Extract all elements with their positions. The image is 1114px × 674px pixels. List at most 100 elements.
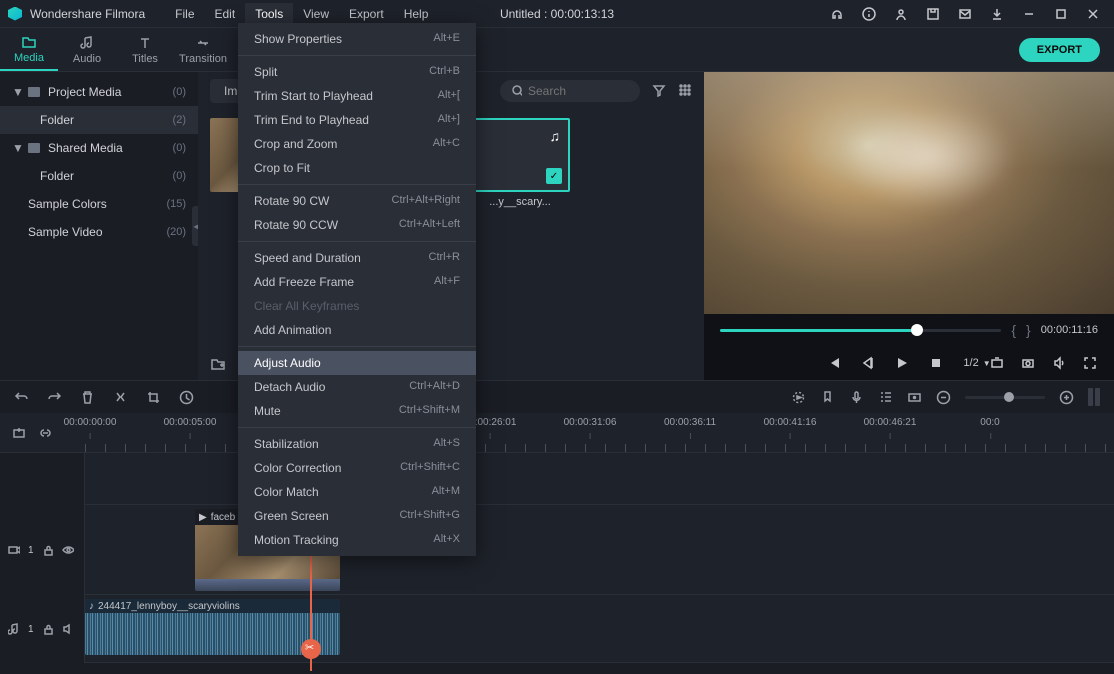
undo-icon[interactable] [14,390,29,405]
sidebar-item[interactable]: Sample Video(20) [0,218,198,246]
menu-edit[interactable]: Edit [205,3,246,25]
export-button[interactable]: EXPORT [1019,38,1100,62]
eye-icon[interactable] [62,544,74,556]
mail-icon[interactable] [958,7,972,21]
menu-item[interactable]: MuteCtrl+Shift+M [238,399,476,423]
menu-item[interactable]: Color CorrectionCtrl+Shift+C [238,456,476,480]
menu-item[interactable]: Crop to Fit [238,156,476,180]
add-track-icon[interactable] [12,426,26,440]
thumb-label: ...y__scary... [470,196,570,208]
redo-icon[interactable] [47,390,62,405]
menu-item[interactable]: Color MatchAlt+M [238,480,476,504]
menu-item[interactable]: Motion TrackingAlt+X [238,528,476,552]
crop-icon[interactable] [146,390,161,405]
menu-shortcut: Alt+] [438,113,460,127]
minimize-icon[interactable] [1022,7,1036,21]
speed-icon[interactable] [179,390,194,405]
filter-icon[interactable] [652,83,666,100]
sidebar-count: (0) [173,170,186,182]
tab-transition[interactable]: Transition [174,28,232,71]
menu-view[interactable]: View [293,3,339,25]
delete-icon[interactable] [80,390,95,405]
menu-item[interactable]: Crop and ZoomAlt+C [238,132,476,156]
menu-item[interactable]: Add Animation [238,318,476,342]
headset-icon[interactable] [830,7,844,21]
play-icon[interactable] [895,356,909,370]
zoom-slider[interactable] [965,396,1045,399]
zoom-in-icon[interactable] [1059,390,1074,405]
scrub-track[interactable] [720,329,1001,332]
menu-export[interactable]: Export [339,3,394,25]
timeline-ruler[interactable]: 00:00:00:0000:00:05:0000:00:20:2000:00:2… [0,413,1114,453]
stop-icon[interactable] [929,356,943,370]
tab-media[interactable]: Media [0,28,58,71]
menu-tools[interactable]: Tools [245,3,293,25]
timeline: 00:00:00:0000:00:05:0000:00:20:2000:00:2… [0,380,1114,674]
audio-clip[interactable]: ♪244417_lennyboy__scaryviolins [85,599,340,655]
track-body[interactable]: ♪244417_lennyboy__scaryviolins [85,595,1114,663]
menu-item[interactable]: Detach AudioCtrl+Alt+D [238,375,476,399]
mark-out-icon[interactable]: } [1026,322,1031,338]
menu-item[interactable]: Adjust Audio [238,351,476,375]
fullscreen-icon[interactable] [1083,356,1098,371]
prev-icon[interactable] [827,356,841,370]
close-icon[interactable] [1086,7,1100,21]
split-icon[interactable] [113,390,128,405]
menu-item[interactable]: Green ScreenCtrl+Shift+G [238,504,476,528]
menu-item[interactable]: Show PropertiesAlt+E [238,27,476,51]
menu-label: Rotate 90 CCW [254,218,338,232]
menu-item[interactable]: Rotate 90 CCW Ctrl+Alt+Left [238,213,476,237]
scrub-handle[interactable] [911,324,923,336]
timeline-view-icon[interactable] [1088,388,1100,406]
voice-icon[interactable] [849,390,864,405]
tab-titles[interactable]: Titles [116,28,174,71]
zoom-handle[interactable] [1004,392,1014,402]
lock-icon[interactable] [42,623,54,635]
menu-item[interactable]: StabilizationAlt+S [238,432,476,456]
render-icon[interactable] [791,390,806,405]
folder-icon [21,34,37,50]
mixer-icon[interactable] [878,390,893,405]
menu-item[interactable]: Rotate 90 CWCtrl+Alt+Right [238,189,476,213]
menu-help[interactable]: Help [394,3,439,25]
menu-item[interactable]: SplitCtrl+B [238,60,476,84]
grid-view-icon[interactable] [678,83,692,100]
menu-item[interactable]: Speed and DurationCtrl+R [238,246,476,270]
mark-in-icon[interactable]: { [1011,322,1016,338]
download-icon[interactable] [990,7,1004,21]
folder-icon [28,87,40,97]
quality-icon[interactable] [990,356,1005,371]
sidebar-item[interactable]: ▼Shared Media(0) [0,134,198,162]
menu-file[interactable]: File [165,3,204,25]
track-header [0,453,85,505]
mute-icon[interactable] [62,623,74,635]
preview-viewport[interactable] [704,72,1114,314]
menu-item[interactable]: Trim Start to PlayheadAlt+[ [238,84,476,108]
search-box[interactable] [500,80,640,102]
step-back-icon[interactable] [861,356,875,370]
keyframe-icon[interactable] [907,390,922,405]
user-icon[interactable] [894,7,908,21]
sidebar-item[interactable]: Folder(2) [0,106,198,134]
new-folder-icon[interactable] [210,356,226,372]
menu-item[interactable]: Add Freeze FrameAlt+F [238,270,476,294]
volume-icon[interactable] [1052,356,1067,371]
ruler-tick: 00:00:31:06 [564,417,617,428]
sidebar-item[interactable]: Folder(0) [0,162,198,190]
snapshot-icon[interactable] [1021,356,1036,371]
page-indicator[interactable]: 1/2 ▼ [963,357,990,369]
save-icon[interactable] [926,7,940,21]
maximize-icon[interactable] [1054,7,1068,21]
lock-icon[interactable] [42,544,54,556]
search-input[interactable] [528,84,628,98]
media-thumb[interactable]: ♫ ✓ ...y__scary... [470,118,570,208]
sidebar-item[interactable]: Sample Colors(15) [0,190,198,218]
menu-item[interactable]: Trim End to PlayheadAlt+] [238,108,476,132]
zoom-out-icon[interactable] [936,390,951,405]
marker-icon[interactable] [820,390,835,405]
menu-shortcut: Ctrl+Alt+Left [399,218,460,232]
sidebar-item[interactable]: ▼Project Media(0) [0,78,198,106]
link-icon[interactable] [38,426,52,440]
tab-audio[interactable]: Audio [58,28,116,71]
info-icon[interactable] [862,7,876,21]
